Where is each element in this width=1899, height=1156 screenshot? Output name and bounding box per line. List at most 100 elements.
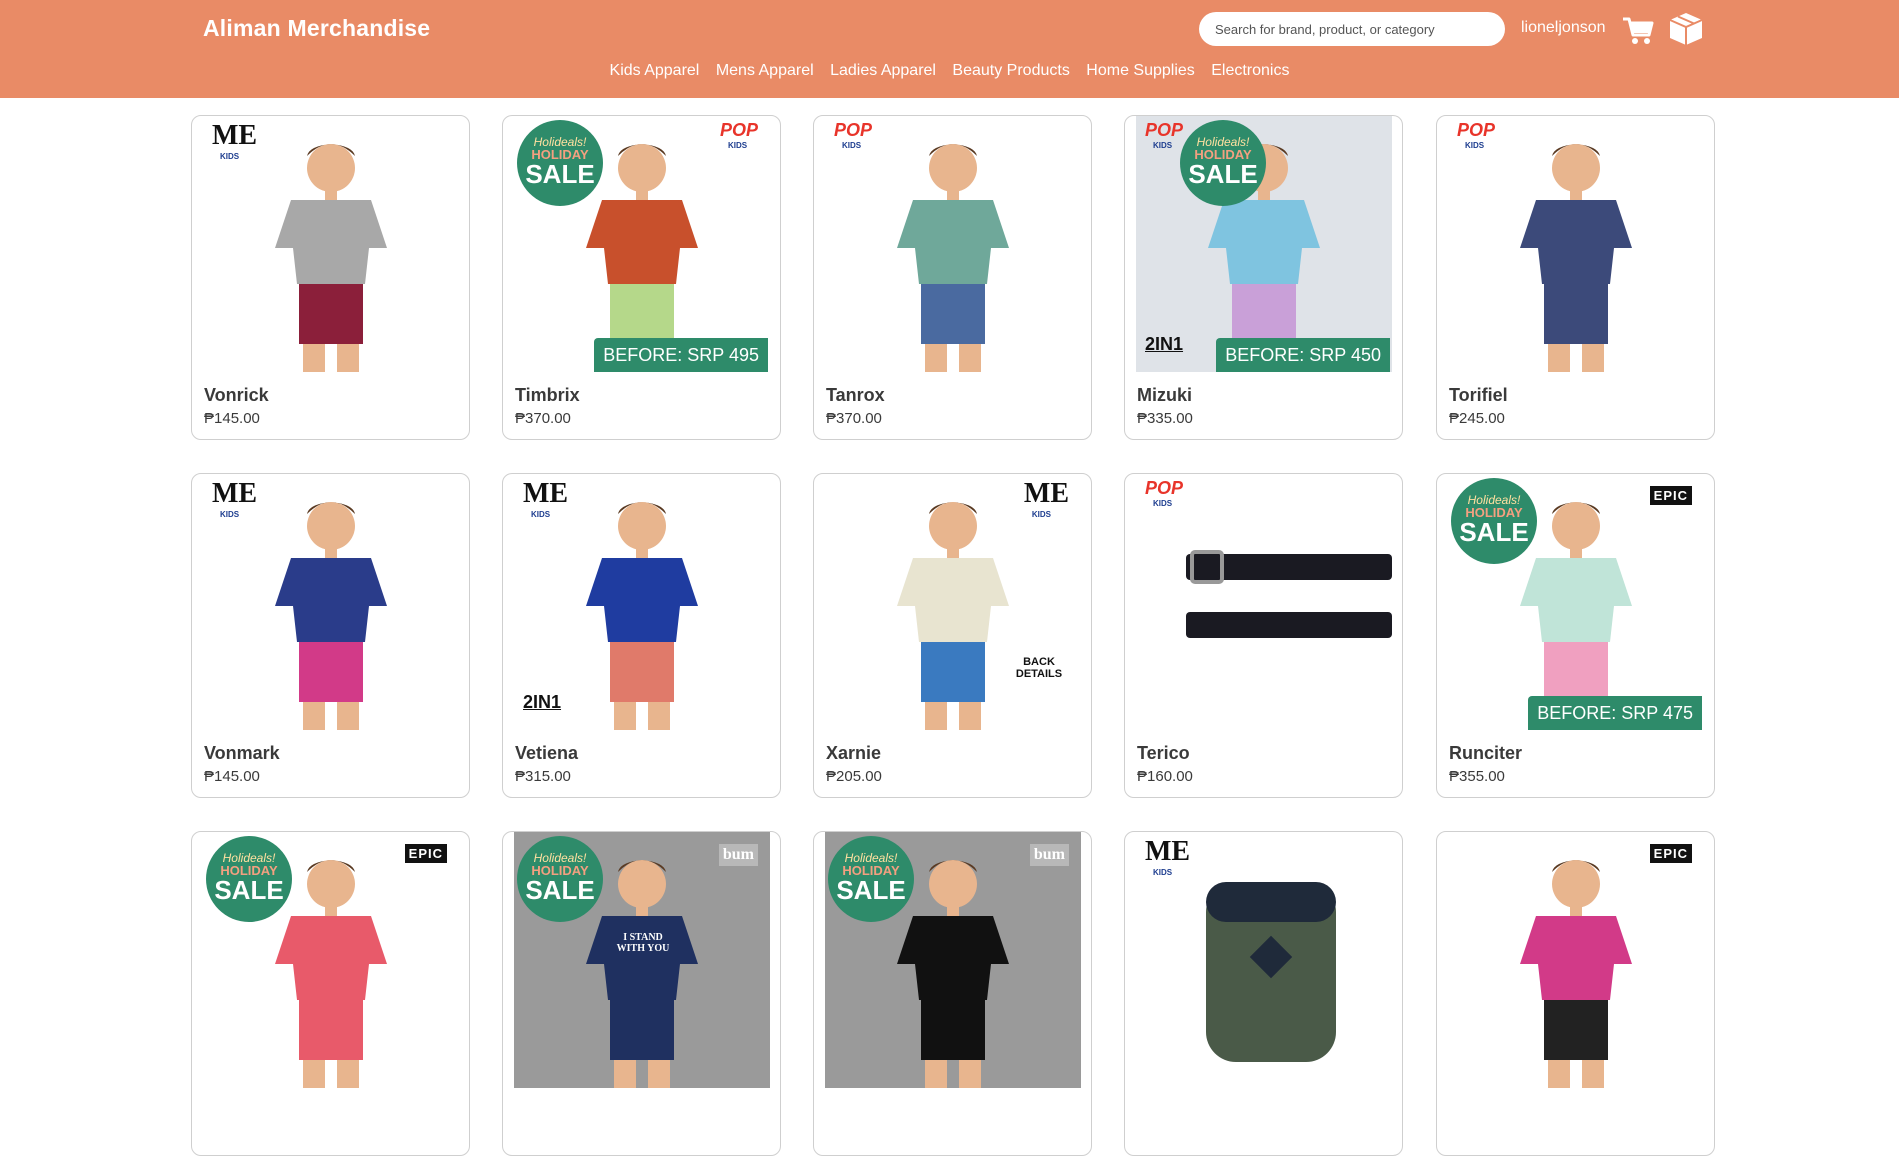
pop-kids-logo: POP KIDS (1145, 120, 1183, 150)
product-name[interactable]: Timbrix (515, 385, 580, 406)
sale-line-3: SALE (525, 875, 595, 905)
me-logo-sub: KIDS (220, 152, 240, 161)
pop-logo-text: POP (1457, 120, 1496, 140)
product-card[interactable]: ME KIDS 2IN1 Vetiena ₱315.00 (502, 473, 781, 798)
product-card[interactable]: EPIC Holideals! HOLIDAY SALE BEFORE: SRP 475… (1436, 473, 1715, 798)
before-price-banner: BEFORE: SRP 450 (1216, 338, 1390, 372)
model-image (1520, 860, 1632, 1088)
holiday-sale-badge: Holideals! HOLIDAY SALE (1180, 120, 1266, 206)
me-logo-sub: KIDS (1153, 868, 1173, 877)
pop-kids-logo: POP KIDS (720, 120, 758, 150)
product-card[interactable]: ME KIDS Vonmark ₱145.00 (191, 473, 470, 798)
product-price: ₱145.00 (204, 768, 260, 785)
me-logo-sub: KIDS (531, 510, 551, 519)
pop-logo-sub: KIDS (1153, 141, 1173, 150)
pop-logo-sub: KIDS (1153, 499, 1173, 508)
product-card[interactable]: bum Holideals! HOLIDAY SALE I STAND WITH YOU (502, 831, 781, 1156)
me-logo-text: ME (212, 120, 258, 151)
sale-line-3: SALE (1459, 517, 1529, 547)
product-card[interactable]: POP KIDS Torifiel ₱245.00 (1436, 115, 1715, 440)
search-input[interactable] (1199, 12, 1505, 46)
me-logo-text: ME (1145, 836, 1191, 867)
brand-logo[interactable]: Aliman Merchandise (203, 15, 430, 42)
product-name[interactable]: Terico (1137, 743, 1190, 764)
pop-logo-sub: KIDS (842, 141, 862, 150)
product-price: ₱245.00 (1449, 410, 1505, 427)
bum-logo: bum (1029, 844, 1069, 866)
product-image[interactable] (825, 116, 1081, 372)
sale-line-3: SALE (214, 875, 284, 905)
nav-electronics[interactable]: Electronics (1211, 62, 1289, 80)
epic-logo: EPIC (1649, 486, 1692, 505)
product-card[interactable]: POP KIDS Terico ₱160.00 (1124, 473, 1403, 798)
me-kids-logo: ME KIDS (212, 120, 257, 161)
two-in-one-tag: 2IN1 (523, 692, 562, 712)
product-card[interactable]: EPIC Holideals! HOLIDAY SALE (191, 831, 470, 1156)
nav-ladies-apparel[interactable]: Ladies Apparel (830, 62, 936, 80)
holiday-sale-badge: Holideals! HOLIDAY SALE (206, 836, 292, 922)
pop-logo-text: POP (1145, 478, 1184, 498)
nav-beauty-products[interactable]: Beauty Products (952, 62, 1069, 80)
product-price: ₱145.00 (204, 410, 260, 427)
product-card[interactable]: POP KIDS Tanrox ₱370.00 (813, 115, 1092, 440)
product-price: ₱205.00 (826, 768, 882, 785)
product-card[interactable]: POP KIDS Holideals! HOLIDAY SALE BEFORE: SRP … (502, 115, 781, 440)
pop-logo-sub: KIDS (1465, 141, 1485, 150)
product-image[interactable] (1136, 474, 1392, 730)
product-name[interactable]: Mizuki (1137, 385, 1192, 406)
sale-line-3: SALE (1188, 159, 1258, 189)
holiday-sale-badge: Holideals! HOLIDAY SALE (517, 836, 603, 922)
holiday-sale-badge: Holideals! HOLIDAY SALE (517, 120, 603, 206)
me-kids-logo: ME KIDS (1145, 836, 1190, 877)
category-nav: Kids Apparel Mens Apparel Ladies Apparel… (0, 62, 1899, 80)
two-in-one-tag: 2IN1 (1145, 334, 1184, 354)
product-card[interactable]: POP KIDS Holideals! HOLIDAY SALE BEFORE: SRP … (1124, 115, 1403, 440)
product-price: ₱370.00 (515, 410, 571, 427)
me-logo-text: ME (1023, 478, 1069, 509)
pop-kids-logo: POP KIDS (834, 120, 872, 150)
model-image (1520, 144, 1632, 372)
nav-kids-apparel[interactable]: Kids Apparel (610, 62, 700, 80)
product-card[interactable]: ME KIDS Vonrick ₱145.00 (191, 115, 470, 440)
nav-mens-apparel[interactable]: Mens Apparel (716, 62, 814, 80)
product-price: ₱315.00 (515, 768, 571, 785)
pop-kids-logo: POP KIDS (1457, 120, 1495, 150)
holiday-sale-badge: Holideals! HOLIDAY SALE (1451, 478, 1537, 564)
product-name[interactable]: Xarnie (826, 743, 881, 764)
me-kids-logo: ME KIDS (212, 478, 257, 519)
back-details-tag: BACK DETAILS (1015, 656, 1063, 680)
product-name[interactable]: Tanrox (826, 385, 885, 406)
me-logo-text: ME (523, 478, 569, 509)
product-card[interactable]: ME KIDS (1124, 831, 1403, 1156)
sale-line-3: SALE (836, 875, 906, 905)
bum-logo: bum (718, 844, 758, 866)
me-kids-logo: ME KIDS (523, 478, 568, 519)
product-card[interactable]: ME KIDS BACK DETAILS Xarnie ₱205.00 (813, 473, 1092, 798)
product-price: ₱160.00 (1137, 768, 1193, 785)
before-price-banner: BEFORE: SRP 495 (594, 338, 768, 372)
product-name[interactable]: Vonmark (204, 743, 280, 764)
nav-home-supplies[interactable]: Home Supplies (1086, 62, 1195, 80)
product-name[interactable]: Torifiel (1449, 385, 1508, 406)
product-image[interactable] (1448, 832, 1704, 1088)
box-icon[interactable] (1668, 11, 1704, 47)
username-link[interactable]: lioneljonson (1521, 19, 1606, 37)
epic-logo: EPIC (1649, 844, 1692, 863)
me-logo-text: ME (212, 478, 258, 509)
holiday-sale-badge: Holideals! HOLIDAY SALE (828, 836, 914, 922)
product-price: ₱335.00 (1137, 410, 1193, 427)
product-name[interactable]: Runciter (1449, 743, 1522, 764)
cart-icon[interactable] (1621, 13, 1655, 47)
me-logo-sub: KIDS (1031, 510, 1052, 519)
product-name[interactable]: Vetiena (515, 743, 578, 764)
product-name[interactable]: Vonrick (204, 385, 269, 406)
me-kids-logo: ME KIDS (1024, 478, 1069, 519)
epic-logo: EPIC (404, 844, 447, 863)
top-header: Aliman Merchandise lioneljonson Kids App… (0, 0, 1899, 98)
product-card[interactable]: bum Holideals! HOLIDAY SALE (813, 831, 1092, 1156)
product-card[interactable]: EPIC (1436, 831, 1715, 1156)
pop-logo-text: POP (1145, 120, 1184, 140)
shirt-print-text: I STAND WITH YOU (616, 932, 670, 954)
product-image[interactable] (1448, 116, 1704, 372)
belt-image (1186, 550, 1392, 638)
